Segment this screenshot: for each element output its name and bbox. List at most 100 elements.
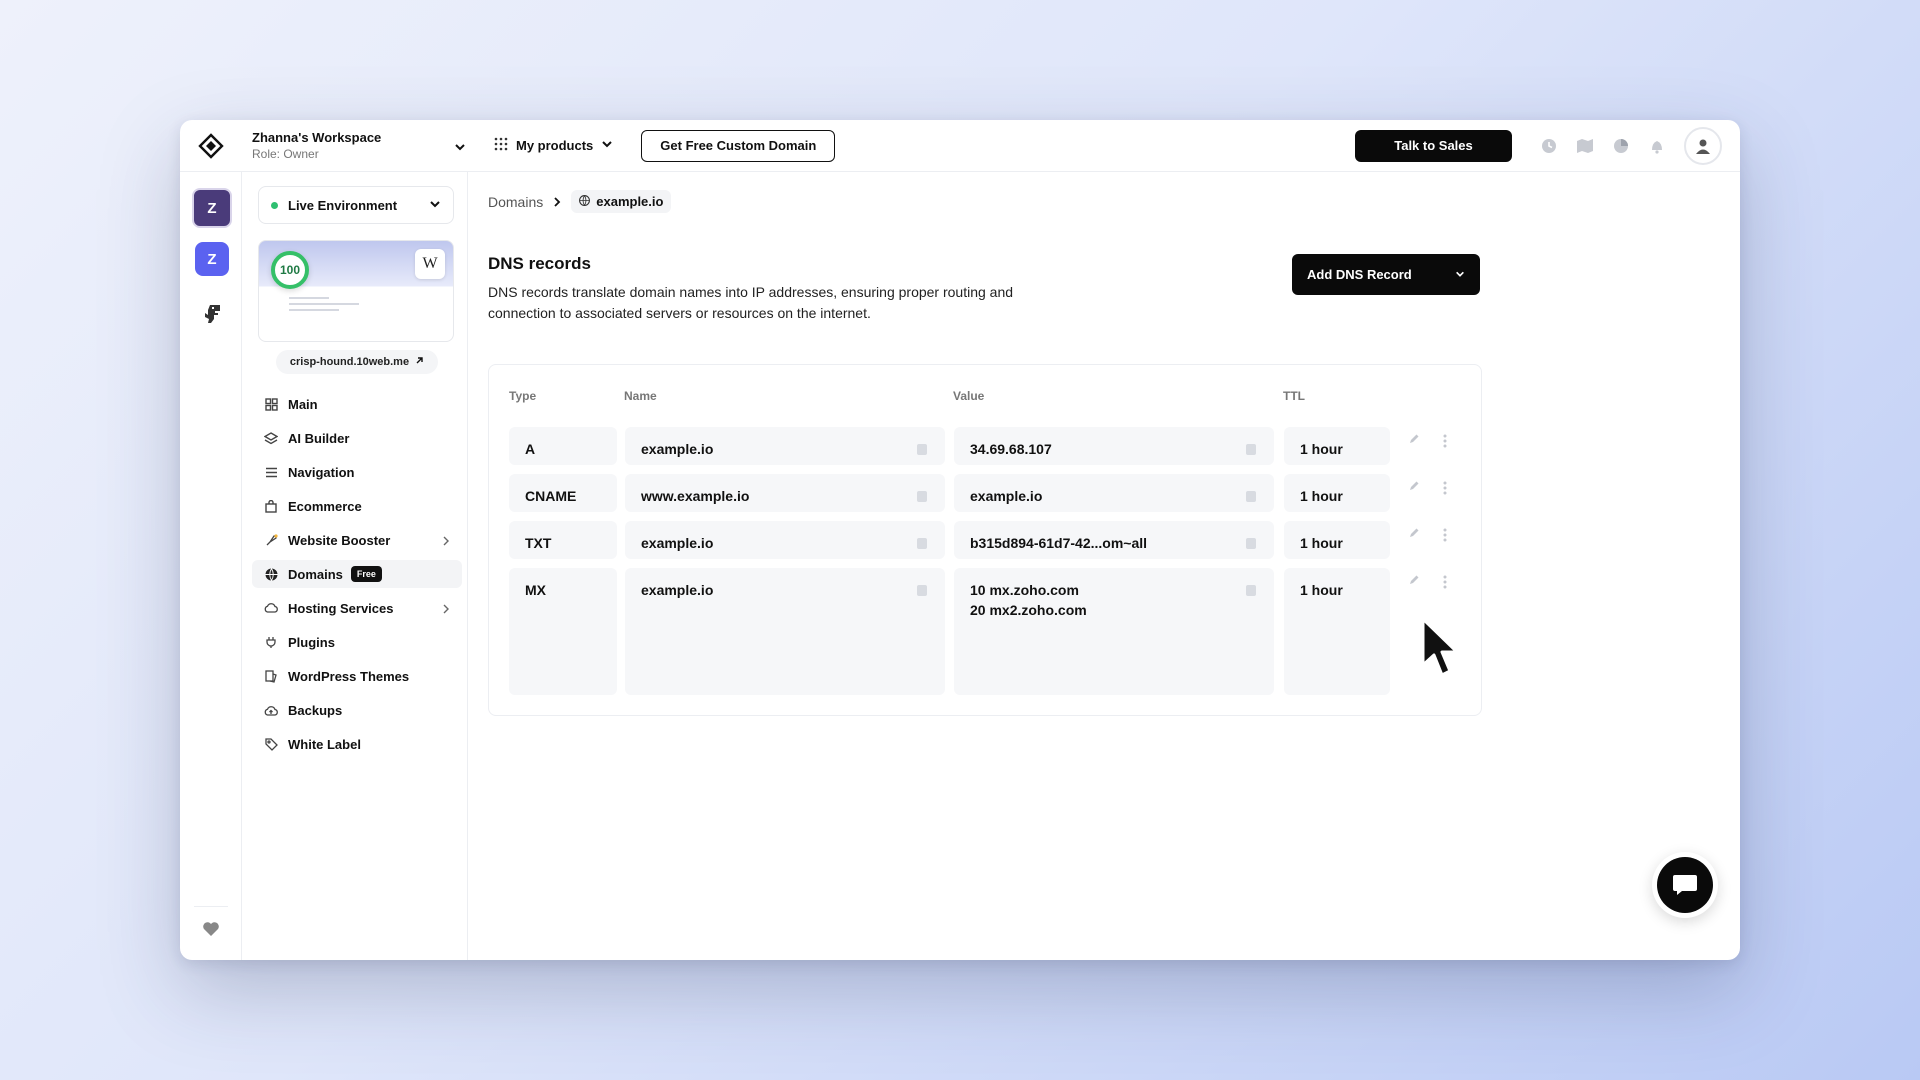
cell-type: CNAME: [509, 474, 617, 512]
app-window: Zhanna's Workspace Role: Owner My produc…: [180, 120, 1740, 960]
site-url-label: crisp-hound.10web.me: [289, 356, 410, 368]
edit-pencil-icon[interactable]: [1406, 525, 1422, 541]
sidebar-item-label: Website Booster: [288, 532, 391, 548]
status-dot-icon: [271, 201, 278, 209]
copy-icon[interactable]: [1246, 538, 1256, 549]
cell-ttl: 1 hour: [1284, 568, 1390, 695]
workspace-name: Zhanna's Workspace: [252, 130, 382, 145]
add-dns-record-label: Add DNS Record: [1307, 267, 1412, 282]
bell-icon[interactable]: [1648, 137, 1666, 155]
sidebar-item-ai-builder[interactable]: AI Builder: [252, 424, 462, 452]
talk-to-sales-button[interactable]: Talk to Sales: [1355, 129, 1512, 162]
edit-pencil-icon[interactable]: [1406, 431, 1422, 447]
edit-pencil-icon[interactable]: [1406, 572, 1422, 588]
cloud-icon: [264, 601, 278, 615]
more-vertical-icon[interactable]: [1437, 527, 1453, 543]
cell-name: www.example.io: [625, 474, 945, 512]
my-products-menu[interactable]: My products: [494, 137, 613, 154]
more-vertical-icon[interactable]: [1437, 480, 1453, 496]
environment-select[interactable]: Live Environment: [258, 186, 454, 224]
preview-line: [289, 303, 359, 305]
sidebar-item-backups[interactable]: Backups: [252, 696, 462, 724]
cell-type: TXT: [509, 521, 617, 559]
workspace-avatar-z-active[interactable]: Z: [192, 188, 232, 228]
sidebar-item-wordpress-themes[interactable]: WordPress Themes: [252, 662, 462, 690]
sidebar-item-domains[interactable]: Domains Free: [252, 560, 462, 588]
wordpress-icon[interactable]: W: [415, 249, 445, 279]
tag-icon: [264, 737, 278, 751]
sidebar-item-label: Navigation: [288, 464, 355, 480]
column-header-value: Value: [953, 389, 985, 403]
cell-value: b315d894-61d7-42...om~all: [954, 521, 1274, 559]
add-dns-record-button[interactable]: Add DNS Record: [1292, 254, 1480, 295]
column-header-ttl: TTL: [1283, 389, 1305, 403]
chevron-right-icon: [442, 602, 450, 617]
external-link-icon: [415, 356, 424, 368]
sidebar-item-main[interactable]: Main: [252, 390, 462, 418]
site-preview-thumbnail[interactable]: 100 W: [258, 240, 454, 342]
map-icon[interactable]: [1576, 137, 1594, 155]
cell-name-text: example.io: [641, 441, 714, 457]
chevron-down-icon: [429, 198, 441, 213]
environment-label: Live Environment: [288, 197, 398, 213]
sidebar-item-plugins[interactable]: Plugins: [252, 628, 462, 656]
cell-type: A: [509, 427, 617, 465]
layers-icon: [264, 431, 278, 445]
sidebar-item-website-booster[interactable]: Website Booster: [252, 526, 462, 554]
breadcrumb-domains-link[interactable]: Domains: [488, 194, 543, 210]
copy-icon[interactable]: [917, 491, 927, 502]
sidebar-item-label: Hosting Services: [288, 600, 394, 616]
menu-icon: [264, 465, 278, 479]
edit-pencil-icon[interactable]: [1406, 478, 1422, 494]
copy-icon[interactable]: [917, 444, 927, 455]
copy-icon[interactable]: [1246, 585, 1256, 596]
workspace-switcher[interactable]: Zhanna's Workspace Role: Owner: [242, 130, 472, 161]
get-free-custom-domain-button[interactable]: Get Free Custom Domain: [641, 129, 836, 162]
copy-icon[interactable]: [1246, 444, 1256, 455]
sidebar-item-label: White Label: [288, 736, 361, 752]
dns-records-table: Type Name Value TTL A example.io 34.69.6…: [488, 364, 1482, 716]
sidebar-item-label: Domains: [288, 566, 343, 582]
page-description: DNS records translate domain names into …: [488, 284, 1014, 321]
more-vertical-icon[interactable]: [1437, 433, 1453, 449]
cell-ttl: 1 hour: [1284, 427, 1390, 465]
mouse-cursor-icon: [1420, 617, 1460, 684]
site-url-link[interactable]: crisp-hound.10web.me: [276, 350, 438, 374]
copy-icon[interactable]: [917, 538, 927, 549]
cell-value-text: example.io: [970, 488, 1043, 504]
sidebar-item-hosting-services[interactable]: Hosting Services: [252, 594, 462, 622]
cell-value: 34.69.68.107: [954, 427, 1274, 465]
copy-icon[interactable]: [1246, 491, 1256, 502]
sidebar-item-navigation[interactable]: Navigation: [252, 458, 462, 486]
grid-icon: [264, 397, 278, 411]
pie-chart-icon[interactable]: [1612, 137, 1630, 155]
clock-icon[interactable]: [1540, 137, 1558, 155]
cell-value: 10 mx.zoho.com 20 mx2.zoho.com: [954, 568, 1274, 695]
column-header-type: Type: [509, 389, 537, 403]
cell-name: example.io: [625, 568, 945, 695]
sidebar-item-ecommerce[interactable]: Ecommerce: [252, 492, 462, 520]
theme-icon: [264, 669, 278, 683]
preview-line: [289, 297, 329, 299]
chat-support-button[interactable]: [1652, 852, 1718, 918]
dinosaur-icon[interactable]: [192, 294, 232, 334]
sidebar-item-label: Backups: [288, 702, 343, 718]
sidebar: Live Environment 100 W crisp-hound.10web…: [242, 172, 468, 960]
cell-name: example.io: [625, 427, 945, 465]
heart-chat-icon[interactable]: [202, 921, 220, 942]
chevron-right-icon: [442, 534, 450, 549]
globe-icon: [264, 567, 278, 581]
copy-icon[interactable]: [917, 585, 927, 596]
sidebar-item-white-label[interactable]: White Label: [252, 730, 462, 758]
main-content: Domains example.io DNS records DNS recor…: [468, 172, 1740, 960]
apps-grid-icon: [494, 137, 508, 154]
cell-value-text-2: 20 mx2.zoho.com: [970, 602, 1087, 618]
sidebar-item-label: AI Builder: [288, 430, 350, 446]
globe-icon: [579, 194, 591, 209]
performance-score-badge: 100: [271, 251, 309, 289]
workspace-avatar-z[interactable]: Z: [195, 242, 229, 276]
user-avatar-icon[interactable]: [1684, 126, 1722, 165]
more-vertical-icon[interactable]: [1437, 574, 1453, 590]
cell-name-text: example.io: [641, 582, 714, 598]
logo-icon[interactable]: [180, 120, 242, 172]
